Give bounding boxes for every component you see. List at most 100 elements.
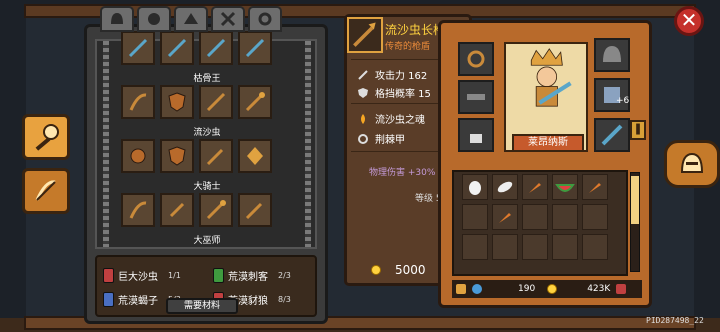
close-button[interactable]: ✕ [674,6,704,36]
game-screen: 枯骨王 流沙虫 大骑士 大巫师 巨大沙虫 1/1 荒漠刺客 2/3 荒漠蝎子 荒… [0,0,720,332]
equipment-slot[interactable] [160,85,194,119]
collapse-handle[interactable]: ❚ [630,120,646,140]
set-list[interactable]: 枯骨王 流沙虫 大骑士 大巫师 [95,31,317,249]
inventory-slot[interactable] [522,204,548,230]
gem-socket: 流沙虫之魂 [357,111,425,126]
gold-count: 423K [587,284,611,294]
equipment-slot[interactable] [238,139,272,173]
inventory-slot[interactable] [552,174,578,200]
physical-damage: 物理伤害 +30% [369,168,436,178]
watermelon-icon [555,184,575,192]
wand-icon [245,202,263,220]
hammer-icon [35,124,59,151]
equipment-slot[interactable] [160,139,194,173]
crossed-swords-icon [220,11,236,27]
gem-label: 流沙虫之魂 [375,115,425,126]
forge-tab[interactable] [22,114,70,160]
helmet-icon [680,152,704,173]
equipment-slot[interactable] [121,139,155,173]
equip-slot[interactable] [458,42,494,76]
equipment-slot[interactable] [121,193,155,227]
tab-helmet[interactable] [100,6,134,32]
bow-icon [35,180,56,201]
set-name-label: 大骑士 [157,179,257,192]
equip-slot[interactable] [594,118,630,152]
equipment-slot[interactable] [199,139,233,173]
item-name: 流沙虫长枪 [385,23,446,37]
character-tab[interactable] [664,140,720,188]
inventory-slot[interactable] [552,234,578,260]
equipment-slot[interactable] [199,193,233,227]
inventory-slot[interactable] [582,204,608,230]
inventory-slot[interactable] [492,174,518,200]
equip-slot[interactable]: +6 [594,78,630,112]
carrot-icon [589,183,601,193]
staff-icon [206,200,226,220]
shield-icon [358,87,368,98]
inventory-slot[interactable] [492,234,518,260]
add-gold-icon[interactable] [616,284,627,294]
need-materials-button[interactable]: 需要材料 [166,298,238,314]
gem-icon [472,284,482,294]
equipment-slot[interactable] [121,31,155,65]
gem-count: 190 [518,284,536,294]
block-stat: 格挡概率 15 [357,85,431,100]
helmet-icon [603,46,621,62]
tab-accessory[interactable] [248,6,282,32]
staff-icon [245,92,265,112]
inventory-slot[interactable] [492,204,518,230]
material-name: 荒漠蝎子 [118,295,158,307]
material-item: 荒漠刺客 2/3 [213,265,291,285]
inventory-slot[interactable] [582,234,608,260]
gear-socket: 荆棘甲 [357,131,405,146]
material-item: 巨大沙虫 1/1 [103,265,181,285]
egg-icon [469,181,481,195]
set-name-label: 枯骨王 [157,71,257,84]
set-row [121,31,291,65]
inventory-slot[interactable] [462,174,488,200]
equipment-slot[interactable] [238,193,272,227]
equipment-slot[interactable] [160,31,194,65]
material-count: 2/3 [278,270,291,280]
equip-slot[interactable] [594,38,630,72]
equipment-slot[interactable] [238,31,272,65]
equipment-slot[interactable] [238,85,272,119]
hat-icon [184,13,198,24]
tab-weapon[interactable] [211,6,245,32]
lock-icon [470,134,482,143]
equip-slot[interactable] [458,80,494,114]
inventory-slot[interactable] [462,204,488,230]
set-row [121,139,291,173]
inventory-slot[interactable] [582,174,608,200]
equipment-slot[interactable] [199,85,233,119]
mace-icon [130,148,146,164]
bag-icon [456,284,466,294]
set-row [121,85,291,119]
material-name: 荒漠刺客 [228,271,268,283]
tab-armor[interactable] [137,6,171,32]
right-chain [305,41,311,247]
inventory-slot[interactable] [462,234,488,260]
inventory-slot[interactable] [522,174,548,200]
tab-hat[interactable] [174,6,208,32]
equip-slot[interactable] [458,118,494,152]
scrollbar-thumb[interactable] [631,176,639,224]
gem-icon [247,147,263,165]
upgrade-badge: +6 [616,96,630,106]
bow-icon [129,201,147,219]
equipment-slot[interactable] [121,85,155,119]
jar-icon [103,267,114,283]
gold-coin-icon [547,284,558,294]
craft-tab[interactable] [22,168,70,214]
feather-icon [497,181,513,193]
left-chain [103,41,109,247]
weapon-icon [245,38,265,58]
material-name: 巨大沙虫 [118,271,158,283]
inventory-slot[interactable] [552,204,578,230]
inventory-slot[interactable] [522,234,548,260]
equipment-slot[interactable] [160,193,194,227]
attack-stat: 攻击力 162 [357,67,427,82]
price-value: 5000 [395,263,426,277]
equipment-slot[interactable] [199,31,233,65]
item-rarity: 传奇的枪盾 [385,42,431,52]
